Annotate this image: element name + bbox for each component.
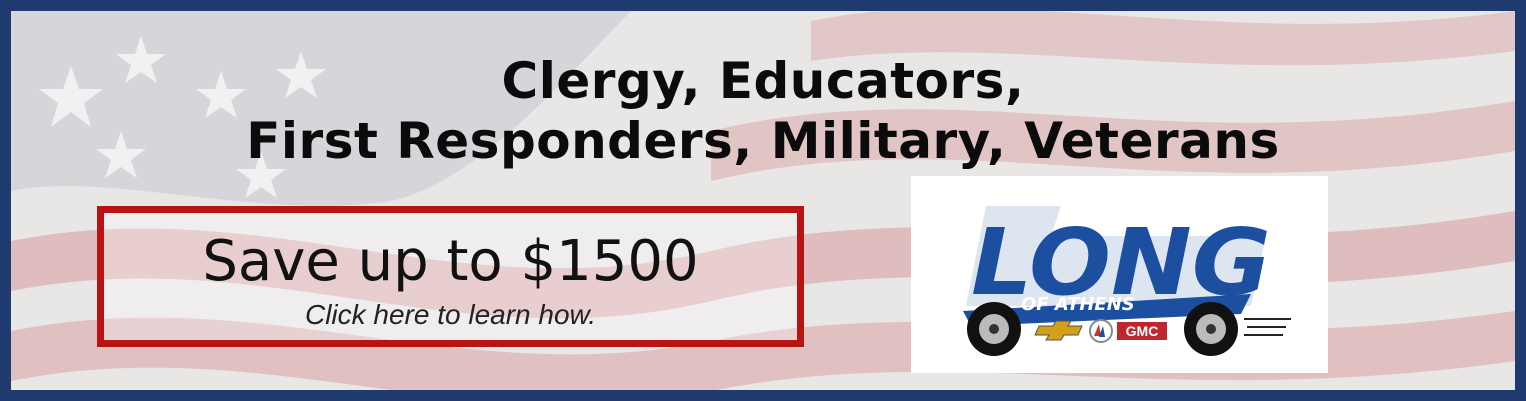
chevrolet-bowtie-icon: [1034, 320, 1083, 341]
right-wheel-icon: [1184, 302, 1238, 356]
learn-how-link[interactable]: Click here to learn how.: [104, 299, 797, 331]
left-wheel-icon: [967, 302, 1021, 356]
offer-box[interactable]: Save up to $1500 Click here to learn how…: [97, 206, 804, 347]
buick-emblem-icon: [1089, 319, 1113, 343]
gmc-emblem-icon: GMC: [1126, 323, 1159, 339]
dealer-logo[interactable]: LONG OF ATHENS GMC: [911, 176, 1328, 373]
offer-title: Save up to $1500: [202, 229, 699, 294]
headline-line-1: Clergy, Educators,: [501, 52, 1025, 110]
long-of-athens-logo: LONG OF ATHENS GMC: [963, 206, 1291, 356]
promo-banner[interactable]: Clergy, Educators, First Responders, Mil…: [0, 0, 1526, 401]
logo-subtitle: OF ATHENS: [1021, 294, 1135, 315]
headline-line-2: First Responders, Military, Veterans: [246, 112, 1280, 170]
